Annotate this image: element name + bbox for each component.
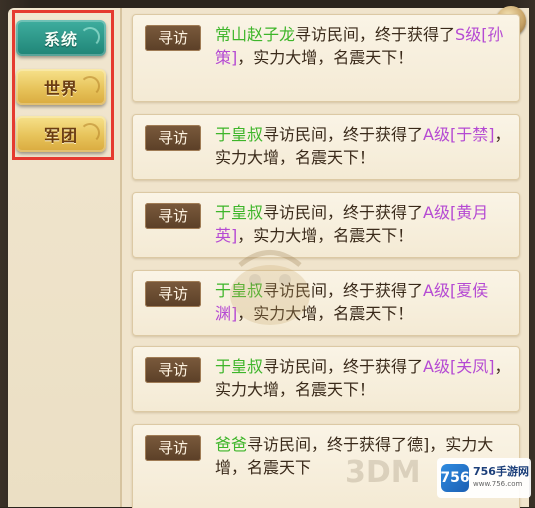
swirl-ornament-icon — [80, 27, 100, 47]
message-item: 寻访 于皇叔寻访民间，终于获得了A级[黄月英]，实力大增，名震天下！ — [132, 192, 520, 258]
message-body: 寻访民间，终于获得了 — [263, 203, 424, 222]
message-body: 寻访民间，终于获得了 — [295, 25, 456, 44]
player-name[interactable]: 于皇叔 — [215, 203, 263, 222]
message-tail: ，实力大增，名震天下！ — [237, 226, 414, 245]
hero-grade[interactable]: A级[关凤] — [423, 357, 494, 376]
message-item: 寻访 于皇叔寻访民间，终于获得了A级[夏侯渊]，实力大增，名震天下！ — [132, 270, 520, 336]
message-item: 寻访 于皇叔寻访民间，终于获得了A级[于禁]，实力大增，名震天下！ — [132, 114, 520, 180]
message-type-badge: 寻访 — [145, 357, 201, 383]
tab-world-label: 世界 — [43, 79, 78, 98]
message-tail: ，实力大增，名震天下！ — [237, 304, 414, 323]
message-type-badge: 寻访 — [145, 25, 201, 51]
player-name[interactable]: 爸爸 — [215, 435, 247, 454]
tab-system[interactable]: 系统 — [16, 20, 106, 56]
tab-legion-label: 军团 — [43, 126, 78, 145]
message-type-badge: 寻访 — [145, 435, 201, 461]
message-item: 寻访 于皇叔寻访民间，终于获得了A级[关凤]，实力大增，名震天下！ — [132, 346, 520, 412]
message-type-badge: 寻访 — [145, 125, 201, 151]
message-text: 于皇叔寻访民间，终于获得了A级[于禁]，实力大增，名震天下！ — [215, 123, 511, 169]
message-body: 寻访民间，终于获得了 — [263, 281, 424, 300]
message-tail: ，实力大增，名震天下！ — [237, 48, 414, 67]
message-body: 寻访民间，终于获得了 — [263, 357, 424, 376]
player-name[interactable]: 于皇叔 — [215, 357, 263, 376]
player-name[interactable]: 常山赵子龙 — [215, 25, 295, 44]
tab-system-label: 系统 — [43, 30, 78, 49]
player-name[interactable]: 于皇叔 — [215, 125, 263, 144]
message-text: 于皇叔寻访民间，终于获得了A级[黄月英]，实力大增，名震天下！ — [215, 201, 511, 247]
logo-mark-icon: 756 — [440, 464, 470, 492]
logo-brand: 756手游网 www.756.com — [473, 465, 529, 491]
message-text: 于皇叔寻访民间，终于获得了A级[夏侯渊]，实力大增，名震天下！ — [215, 279, 511, 325]
swirl-ornament-icon — [80, 76, 100, 96]
tab-world[interactable]: 世界 — [16, 69, 106, 105]
logo-brand-name: 756手游网 — [473, 465, 529, 478]
tab-legion[interactable]: 军团 — [16, 116, 106, 152]
message-body: 寻访民间，终于获得了 — [263, 125, 424, 144]
logo-url: www.756.com — [473, 480, 523, 488]
site-logo: 756 756手游网 www.756.com — [437, 458, 531, 498]
message-type-badge: 寻访 — [145, 203, 201, 229]
message-item: 寻访 常山赵子龙寻访民间，终于获得了S级[孙策]，实力大增，名震天下！ — [132, 14, 520, 102]
message-text: 于皇叔寻访民间，终于获得了A级[关凤]，实力大增，名震天下！ — [215, 355, 511, 401]
hero-grade[interactable]: A级[于禁] — [423, 125, 494, 144]
swirl-ornament-icon — [80, 123, 100, 143]
player-name[interactable]: 于皇叔 — [215, 281, 263, 300]
message-type-badge: 寻访 — [145, 281, 201, 307]
message-body: 寻访民间，终于获得了 — [247, 435, 408, 454]
message-text: 常山赵子龙寻访民间，终于获得了S级[孙策]，实力大增，名震天下！ — [215, 23, 511, 69]
